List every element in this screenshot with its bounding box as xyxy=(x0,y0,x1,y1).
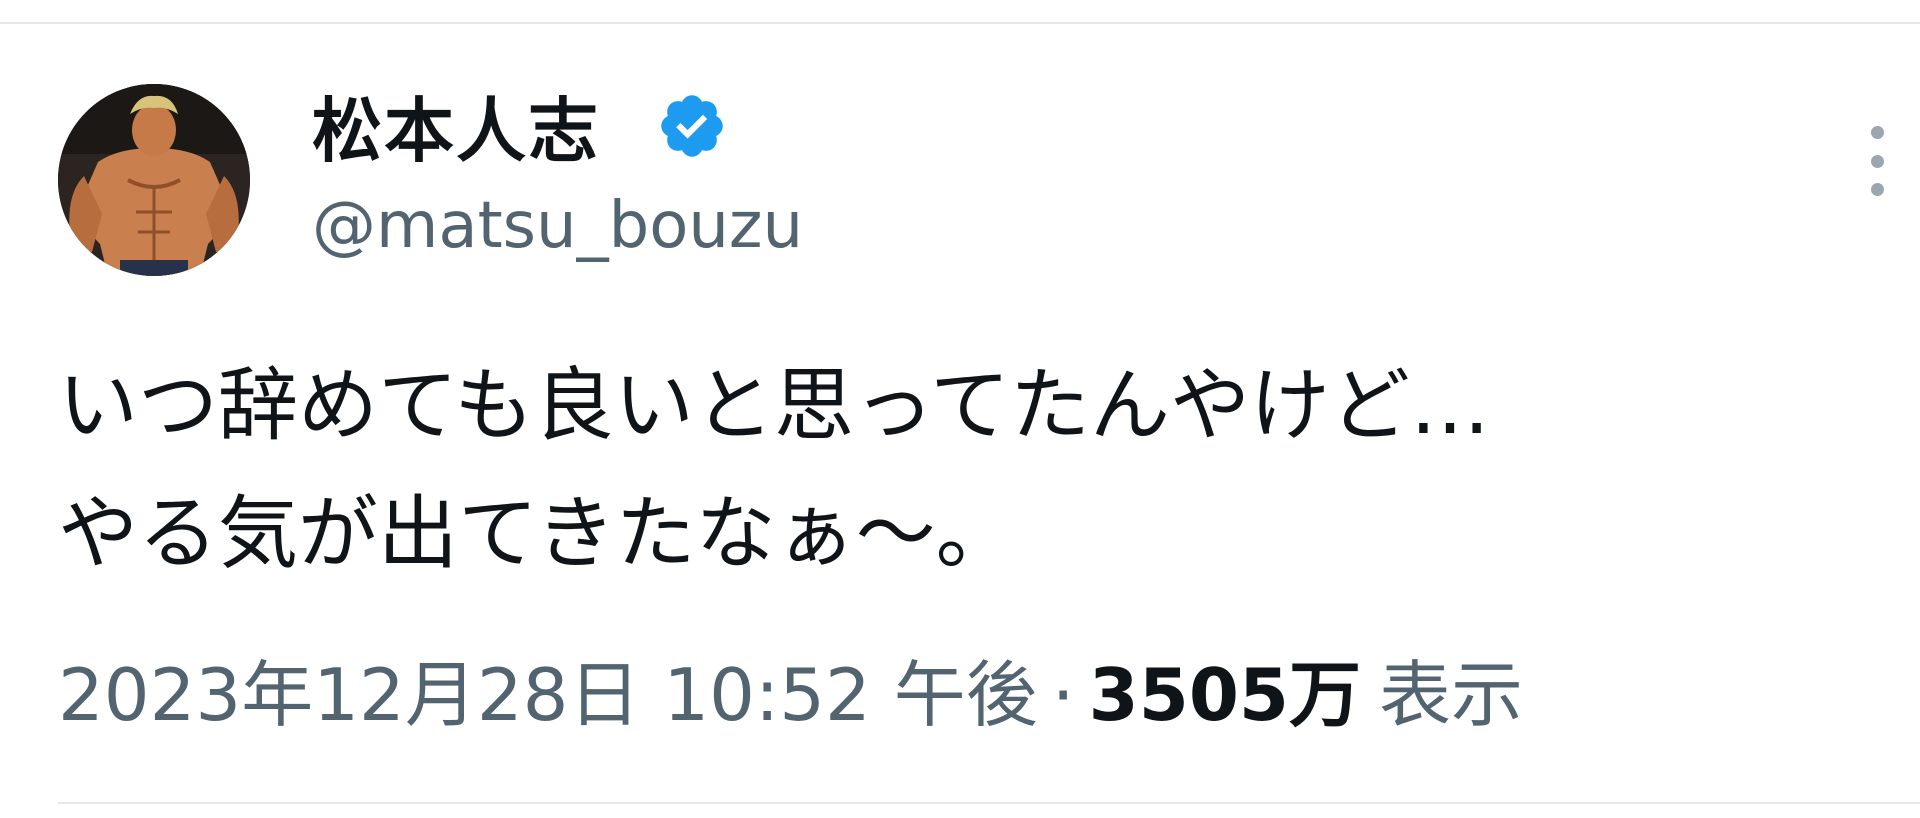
more-dot-icon xyxy=(1870,183,1884,196)
more-dot-icon xyxy=(1870,126,1884,139)
tweet-text-line: いつ辞めても良いと思ってたんやけど… xyxy=(58,359,1490,452)
avatar-image xyxy=(58,84,250,276)
tweet-card: 松本人志 @matsu_bouzu いつ辞めても良いと思ってたんやけど… やる気… xyxy=(0,0,1920,818)
bottom-divider xyxy=(58,802,1920,804)
tweet-text: いつ辞めても良いと思ってたんやけど… やる気が出てきたなぁ〜。 xyxy=(58,342,1490,598)
user-handle[interactable]: @matsu_bouzu xyxy=(312,186,803,266)
display-name[interactable]: 松本人志 xyxy=(312,82,600,172)
verified-badge-icon xyxy=(661,95,723,157)
tweet-text-line: やる気が出てきたなぁ〜。 xyxy=(58,487,1016,580)
more-options-icon[interactable] xyxy=(1862,126,1892,196)
top-divider xyxy=(0,22,1920,24)
avatar[interactable] xyxy=(58,84,250,276)
meta-separator: · xyxy=(1051,653,1075,737)
tweet-meta: 2023年12月28日 10:52 午後 · 3505万 表示 xyxy=(58,650,1523,740)
views-label: 表示 xyxy=(1379,653,1524,737)
more-dot-icon xyxy=(1870,154,1884,168)
views-count: 3505万 xyxy=(1088,653,1362,737)
timestamp[interactable]: 2023年12月28日 10:52 午後 xyxy=(58,650,1038,740)
